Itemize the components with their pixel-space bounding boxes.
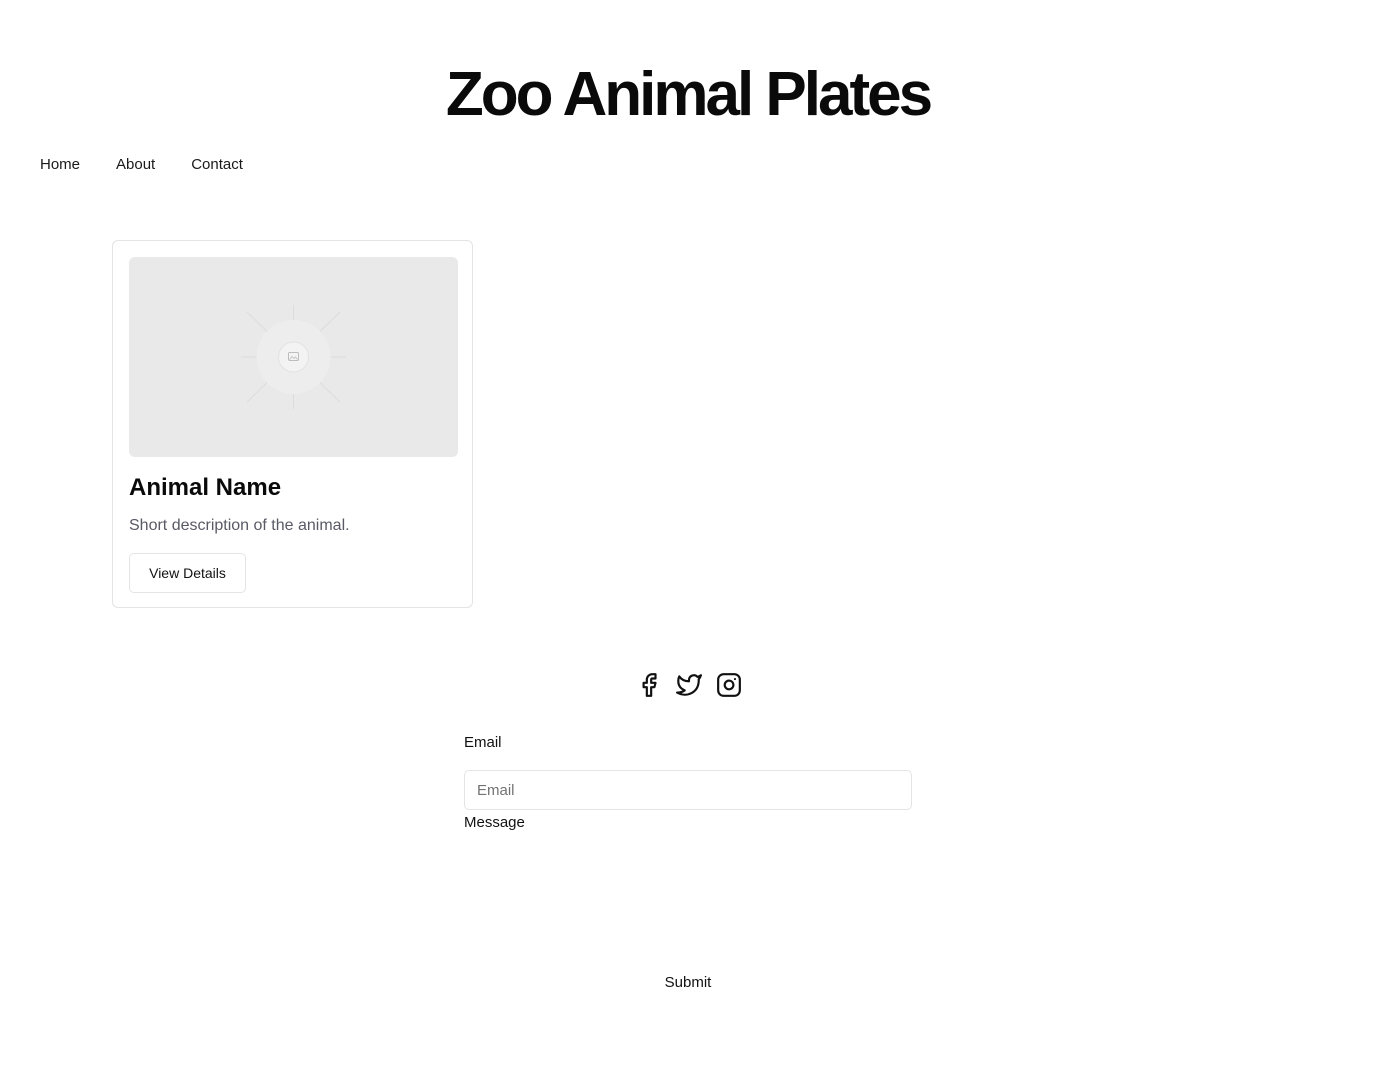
page-title: Zoo Animal Plates xyxy=(445,60,933,129)
animal-description: Short description of the animal. xyxy=(129,517,350,534)
view-details-button[interactable]: View Details xyxy=(129,553,246,593)
animal-card: Animal Name Short description of the ani… xyxy=(112,240,473,608)
social-links xyxy=(636,672,742,698)
animal-image-placeholder xyxy=(129,257,458,457)
twitter-icon[interactable] xyxy=(676,672,702,698)
message-label: Message xyxy=(464,814,525,831)
main-nav: Home About Contact xyxy=(40,155,279,175)
nav-item-contact[interactable]: Contact xyxy=(191,155,243,175)
message-field[interactable] xyxy=(464,842,912,952)
page: Zoo Animal Plates Home About Contact Ani… xyxy=(0,0,1376,1066)
instagram-icon[interactable] xyxy=(716,672,742,698)
email-label: Email xyxy=(464,734,502,751)
email-field[interactable] xyxy=(464,770,912,810)
animal-name: Animal Name xyxy=(129,474,282,501)
facebook-icon[interactable] xyxy=(636,672,662,698)
nav-item-about[interactable]: About xyxy=(116,155,155,175)
submit-button[interactable]: Submit xyxy=(638,968,738,996)
nav-item-home[interactable]: Home xyxy=(40,155,80,175)
image-placeholder-icon xyxy=(241,305,346,409)
